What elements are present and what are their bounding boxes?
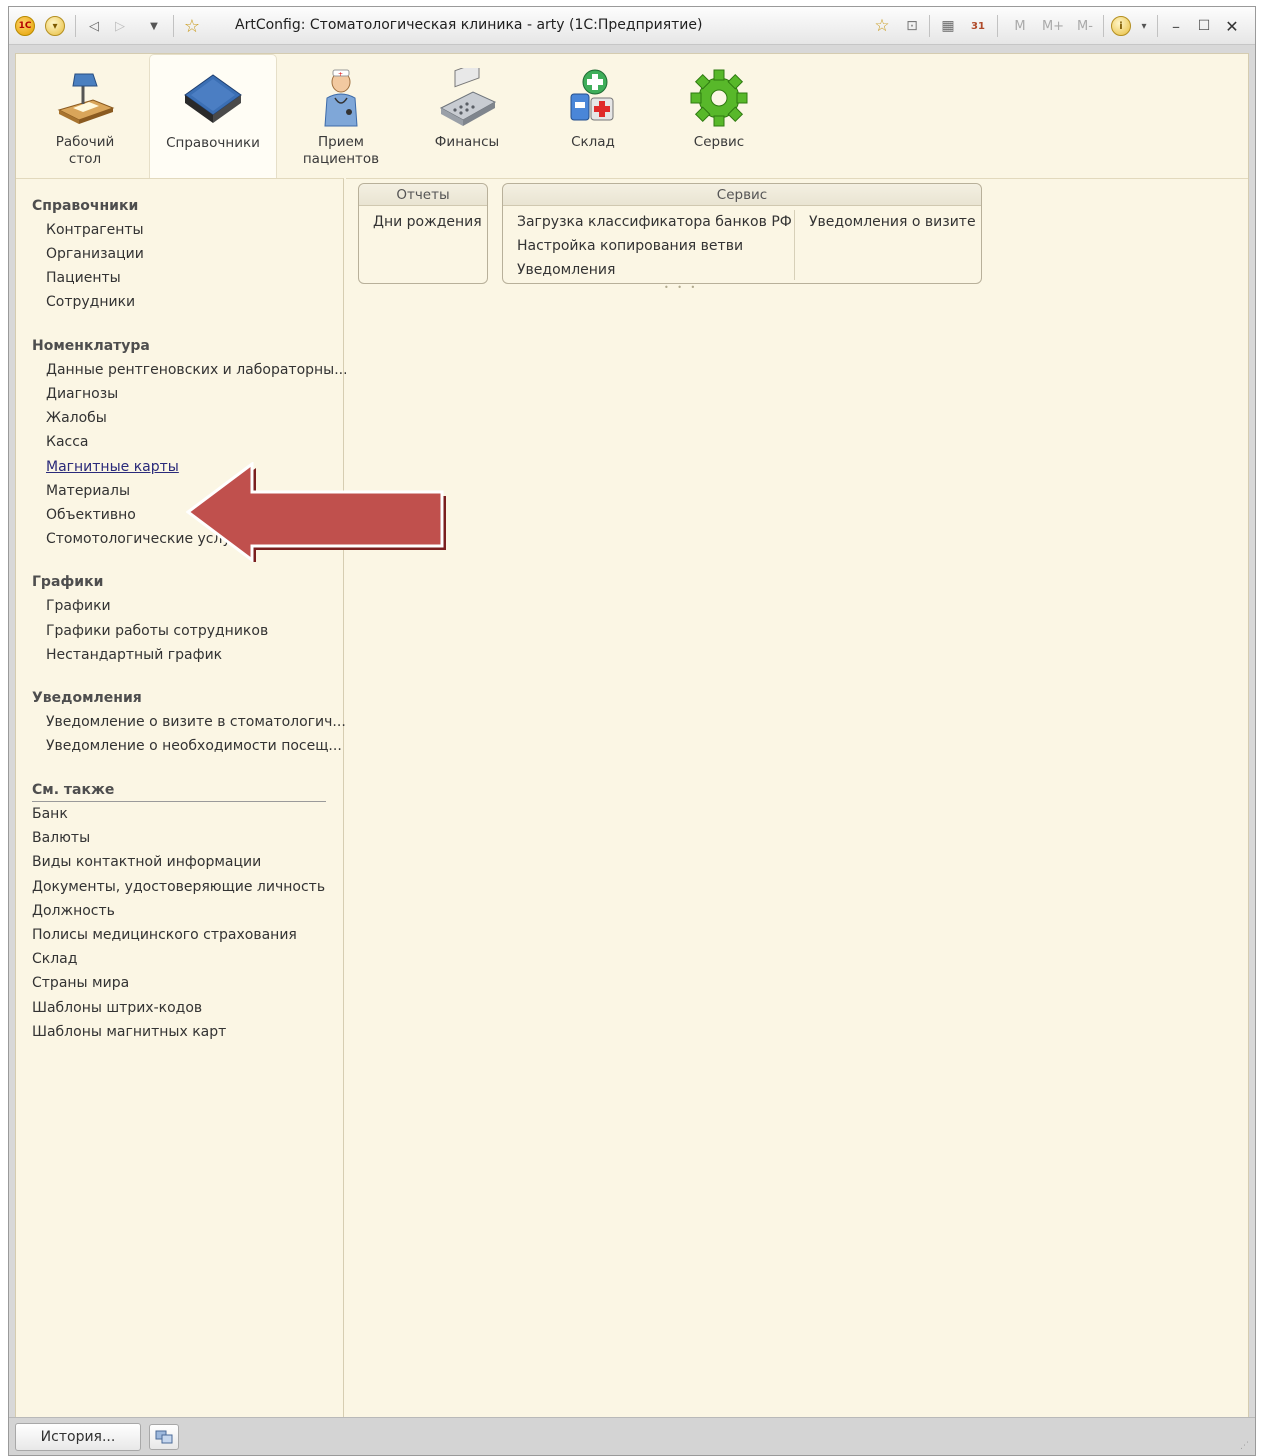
maximize-icon[interactable]: ☐ <box>1193 15 1215 37</box>
section-desktop[interactable]: Рабочий стол <box>22 54 148 176</box>
section-label: Справочники <box>166 135 260 151</box>
nav-item-complaints[interactable]: Жалобы <box>46 410 107 426</box>
history-dropdown-icon[interactable]: ▼ <box>143 15 165 37</box>
info-dropdown-icon[interactable]: ▾ <box>1133 15 1155 37</box>
back-arrow-icon[interactable]: ◁ <box>83 15 105 37</box>
actions-panel: Отчеты Дни рождения Сервис Загрузка клас… <box>346 178 1248 1418</box>
app-window: 1С ▾ ◁ ▷ ▼ ☆ ArtConfig: Стоматологическа… <box>8 6 1256 1456</box>
medicine-icon <box>570 69 614 121</box>
info-icon[interactable]: i <box>1111 16 1131 36</box>
memory-plus-button[interactable]: M+ <box>1039 15 1067 37</box>
section-warehouse[interactable]: Склад <box>530 54 656 176</box>
status-bar: История... ⋰ <box>9 1417 1255 1455</box>
more-dots-icon: • • • <box>664 283 699 292</box>
column-divider <box>794 210 795 280</box>
section-finance[interactable]: Финансы <box>404 54 530 176</box>
report-birthdays[interactable]: Дни рождения <box>373 214 482 230</box>
service-branch-copy-settings[interactable]: Настройка копирования ветви <box>517 238 743 254</box>
divider <box>1103 15 1104 37</box>
service-notifications[interactable]: Уведомления <box>517 262 615 278</box>
service-group: Сервис Загрузка классификатора банков РФ… <box>502 183 982 284</box>
history-button[interactable]: История... <box>15 1423 141 1451</box>
nav-item-required-visit-notification[interactable]: Уведомление о необходимости посещ... <box>46 738 342 754</box>
nav-item-employees[interactable]: Сотрудники <box>46 294 135 310</box>
divider <box>929 15 930 37</box>
nav-item-magnetic-cards[interactable]: Магнитные карты <box>46 459 179 475</box>
reports-group-title: Отчеты <box>359 184 487 206</box>
add-favorite-icon[interactable]: ☆ <box>871 15 893 37</box>
see-also-magnetic-card-templates[interactable]: Шаблоны магнитных карт <box>32 1024 226 1040</box>
nav-item-employee-schedules[interactable]: Графики работы сотрудников <box>46 623 268 639</box>
nav-item-cashbox[interactable]: Касса <box>46 434 89 450</box>
nav-item-counterparties[interactable]: Контрагенты <box>46 222 144 238</box>
section-label: Сервис <box>693 134 745 150</box>
close-icon[interactable]: ✕ <box>1221 15 1243 37</box>
divider <box>75 15 76 37</box>
see-also-currencies[interactable]: Валюты <box>32 830 90 846</box>
see-also-divider <box>32 801 326 802</box>
see-also-barcode-templates[interactable]: Шаблоны штрих-кодов <box>32 1000 202 1016</box>
nav-item-custom-schedule[interactable]: Нестандартный график <box>46 647 222 663</box>
see-also-contact-info-types[interactable]: Виды контактной информации <box>32 854 261 870</box>
title-bar: 1С ▾ ◁ ▷ ▼ ☆ ArtConfig: Стоматологическа… <box>9 7 1255 45</box>
nav-item-diagnoses[interactable]: Диагнозы <box>46 386 118 402</box>
nav-item-objective[interactable]: Объективно <box>46 507 136 523</box>
section-patients[interactable]: + Прием пациентов <box>278 54 404 176</box>
message-window-button[interactable] <box>149 1424 179 1450</box>
book-icon <box>184 74 242 123</box>
service-group-title: Сервис <box>503 184 981 206</box>
see-also-insurance-policies[interactable]: Полисы медицинского страхования <box>32 927 297 943</box>
app-logo-icon[interactable]: 1С <box>15 16 35 36</box>
section-label: Склад <box>571 134 615 150</box>
see-also-positions[interactable]: Должность <box>32 903 115 919</box>
calendar-icon[interactable]: 31 <box>967 15 989 37</box>
favorites-star-icon[interactable]: ☆ <box>181 15 203 37</box>
nav-item-xray-lab-data[interactable]: Данные рентгеновских и лабораторны... <box>46 362 348 378</box>
reports-group: Отчеты Дни рождения <box>358 183 488 284</box>
group-title-notifications: Уведомления <box>32 690 142 706</box>
nav-item-schedules[interactable]: Графики <box>46 598 111 614</box>
group-title-see-also: См. также <box>32 782 115 798</box>
desk-lamp-icon <box>57 73 115 124</box>
see-also-identity-documents[interactable]: Документы, удостоверяющие личность <box>32 879 325 895</box>
cash-register-icon <box>439 68 497 126</box>
navigation-panel: Справочники Контрагенты Организации Паци… <box>16 178 348 1418</box>
nav-item-visit-notification[interactable]: Уведомление о визите в стоматологич... <box>46 714 346 730</box>
see-also-warehouse[interactable]: Склад <box>32 951 77 967</box>
section-service[interactable]: Сервис <box>656 54 782 176</box>
resize-grip-icon[interactable]: ⋰ <box>1240 1441 1249 1451</box>
windows-icon <box>155 1430 173 1444</box>
svg-text:+: + <box>338 71 343 78</box>
memory-m-button[interactable]: M <box>1009 15 1031 37</box>
divider <box>173 15 174 37</box>
section-references[interactable]: Справочники <box>149 54 277 178</box>
sections-panel: Рабочий стол Справочники + Прием пациент… <box>16 54 1248 178</box>
app-area: Рабочий стол Справочники + Прием пациент… <box>15 53 1249 1419</box>
divider <box>997 15 998 37</box>
minimize-icon[interactable]: – <box>1165 15 1187 37</box>
nav-item-materials[interactable]: Материалы <box>46 483 130 499</box>
see-also-bank[interactable]: Банк <box>32 806 68 822</box>
group-title-nomenclature: Номенклатура <box>32 338 150 354</box>
red-arrow-icon <box>186 462 446 562</box>
divider <box>1157 15 1158 37</box>
service-load-bank-classifier[interactable]: Загрузка классификатора банков РФ <box>517 214 792 230</box>
nav-item-organizations[interactable]: Организации <box>46 246 144 262</box>
gear-icon <box>690 69 748 127</box>
section-label: Финансы <box>434 134 500 150</box>
group-title-schedules: Графики <box>32 574 104 590</box>
see-also-countries[interactable]: Страны мира <box>32 975 129 991</box>
section-label: Прием пациентов <box>302 134 380 167</box>
group-title-references: Справочники <box>32 198 139 214</box>
doctor-icon: + <box>324 69 358 127</box>
calculator-icon[interactable]: ▦ <box>937 15 959 37</box>
nav-item-patients[interactable]: Пациенты <box>46 270 121 286</box>
section-label: Рабочий стол <box>55 134 115 167</box>
window-title: ArtConfig: Стоматологическая клиника - a… <box>235 17 703 33</box>
main-menu-icon[interactable]: ▾ <box>45 16 65 36</box>
memory-minus-button[interactable]: M- <box>1071 15 1099 37</box>
service-visit-notifications[interactable]: Уведомления о визите <box>809 214 976 230</box>
bookmark-icon[interactable]: ⊡ <box>901 15 923 37</box>
forward-arrow-icon[interactable]: ▷ <box>109 15 131 37</box>
